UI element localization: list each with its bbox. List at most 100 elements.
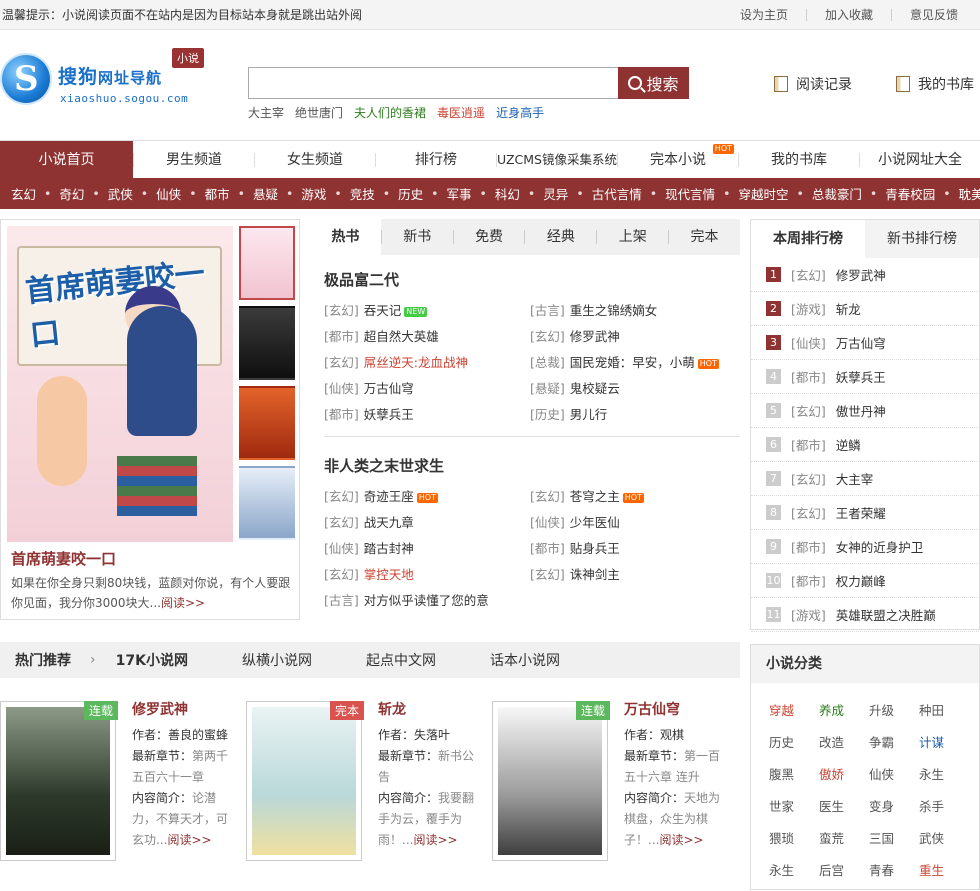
category-link[interactable]: 改造	[819, 727, 869, 759]
category-link[interactable]: 养成	[819, 695, 869, 727]
category-link[interactable]: 杀手	[919, 791, 969, 823]
search-input[interactable]	[248, 67, 618, 99]
category-tag[interactable]: [玄幻]	[530, 329, 565, 344]
ranking-item[interactable]: 4 [都市] 妖孽兵王	[751, 360, 979, 394]
book-link[interactable]: 对方似乎读懂了您的意	[364, 593, 489, 608]
site-tab[interactable]: 17K小说网	[116, 650, 188, 670]
nav-completed[interactable]: 完本小说 HOT	[617, 143, 738, 167]
genre-link[interactable]: 耽美同人	[956, 184, 980, 203]
featured-cover[interactable]: 首席萌妻咬一口	[7, 226, 233, 542]
search-button[interactable]: 搜索	[618, 67, 689, 99]
genre-link[interactable]: 穿越时空	[735, 184, 791, 203]
category-link[interactable]: 计谋	[919, 727, 969, 759]
book-link[interactable]: 重生之锦绣嫡女	[570, 303, 658, 318]
book-link[interactable]: 傲世丹神	[836, 401, 886, 420]
hotword-link[interactable]: 近身高手	[496, 104, 544, 121]
ranking-item[interactable]: 10 [都市] 权力巅峰	[751, 564, 979, 598]
thumbnail[interactable]	[239, 306, 295, 380]
book-title[interactable]: 斩龙	[378, 701, 483, 719]
read-more-link[interactable]: 阅读>>	[161, 596, 205, 610]
nav-male-channel[interactable]: 男生频道	[133, 152, 254, 167]
genre-link[interactable]: 军事	[444, 184, 475, 203]
book-cover[interactable]	[246, 701, 362, 861]
category-link[interactable]: 世家	[769, 791, 819, 823]
thumbnail[interactable]	[239, 386, 295, 460]
ranking-item[interactable]: 9 [都市] 女神的近身护卫	[751, 530, 979, 564]
site-tab[interactable]: 起点中文网	[366, 650, 436, 670]
category-link[interactable]: 猥琐	[769, 823, 819, 855]
book-link[interactable]: 国民宠婚：早安，小萌	[570, 355, 695, 370]
book-link[interactable]: 踏古封神	[364, 541, 414, 556]
category-tag[interactable]: [玄幻]	[530, 489, 565, 504]
read-more-link[interactable]: 阅读>>	[413, 833, 457, 847]
nav-my-library[interactable]: 我的书库	[738, 152, 859, 167]
book-link[interactable]: 掌控天地	[364, 567, 414, 582]
category-tag[interactable]: [玄幻]	[324, 489, 359, 504]
site-logo[interactable]: 搜狗网址导航 xiaoshuo.sogou.com 小说	[2, 48, 212, 122]
set-homepage-link[interactable]: 设为主页	[722, 9, 806, 21]
site-tab[interactable]: 纵横小说网	[242, 650, 312, 670]
nav-site-directory[interactable]: 小说网址大全	[859, 152, 980, 167]
category-tag[interactable]: [玄幻]	[324, 515, 359, 530]
nav-rankings[interactable]: 排行榜	[375, 152, 496, 167]
ranking-item[interactable]: 2 [游戏] 斩龙	[751, 292, 979, 326]
category-link[interactable]: 三国	[869, 823, 919, 855]
genre-link[interactable]: 现代言情	[662, 184, 718, 203]
category-link[interactable]: 武侠	[919, 823, 969, 855]
tab-weekly-ranking[interactable]: 本周排行榜	[751, 220, 865, 258]
read-more-link[interactable]: 阅读>>	[167, 833, 211, 847]
genre-link[interactable]: 历史	[395, 184, 426, 203]
category-tag[interactable]: [仙侠]	[324, 381, 359, 396]
genre-link[interactable]: 竞技	[347, 184, 378, 203]
category-link[interactable]: 历史	[769, 727, 819, 759]
category-link[interactable]: 后宫	[819, 855, 869, 887]
tab-new-book-ranking[interactable]: 新书排行榜	[865, 220, 979, 258]
block-title[interactable]: 非人类之末世求生	[324, 455, 740, 476]
category-link[interactable]: 永生	[919, 759, 969, 791]
book-link[interactable]: 万古仙穹	[364, 381, 414, 396]
hotword-link[interactable]: 绝世唐门	[295, 104, 343, 121]
featured-title[interactable]: 首席萌妻咬一口	[11, 548, 116, 569]
genre-link[interactable]: 灵异	[540, 184, 571, 203]
category-tag[interactable]: [古言]	[324, 593, 359, 608]
ranking-item[interactable]: 5 [玄幻] 傲世丹神	[751, 394, 979, 428]
category-tag[interactable]: [都市]	[530, 541, 565, 556]
ranking-item[interactable]: 6 [都市] 逆鳞	[751, 428, 979, 462]
nav-uzcms[interactable]: UZCMS镜像采集系统	[496, 152, 617, 167]
category-link[interactable]: 仙侠	[869, 759, 919, 791]
book-link[interactable]: 修罗武神	[570, 329, 620, 344]
book-link[interactable]: 女神的近身护卫	[836, 537, 924, 556]
genre-link[interactable]: 武侠	[105, 184, 136, 203]
category-link[interactable]: 种田	[919, 695, 969, 727]
book-link[interactable]: 修罗武神	[836, 265, 886, 284]
genre-link[interactable]: 总裁豪门	[809, 184, 865, 203]
category-tag[interactable]: [仙侠]	[530, 515, 565, 530]
tab-free[interactable]: 免费	[452, 230, 525, 244]
nav-female-channel[interactable]: 女生频道	[254, 152, 375, 167]
ranking-item[interactable]: 11 [游戏] 英雄联盟之决胜巅	[751, 598, 979, 632]
book-link[interactable]: 妖孽兵王	[364, 407, 414, 422]
thumbnail[interactable]	[239, 226, 295, 300]
book-link[interactable]: 屌丝逆天:龙血战神	[364, 355, 468, 370]
thumbnail[interactable]	[239, 466, 295, 540]
category-link[interactable]: 重生	[919, 855, 969, 887]
category-tag[interactable]: [仙侠]	[324, 541, 359, 556]
category-tag[interactable]: [悬疑]	[530, 381, 565, 396]
tab-listed[interactable]: 上架	[596, 230, 668, 244]
tab-classic[interactable]: 经典	[524, 230, 596, 244]
book-link[interactable]: 逆鳞	[836, 435, 861, 454]
reading-history-link[interactable]: 阅读记录	[774, 74, 852, 94]
block-title[interactable]: 极品富二代	[324, 269, 740, 290]
category-tag[interactable]: [玄幻]	[530, 567, 565, 582]
book-link[interactable]: 诛神剑主	[570, 567, 620, 582]
book-link[interactable]: 贴身兵王	[570, 541, 620, 556]
category-link[interactable]: 腹黑	[769, 759, 819, 791]
feedback-link[interactable]: 意见反馈	[890, 8, 976, 21]
nav-home[interactable]: 小说首页	[0, 140, 133, 179]
hotword-link[interactable]: 夫人们的香裙	[354, 104, 426, 121]
category-link[interactable]: 永生	[769, 855, 819, 887]
hotword-link[interactable]: 大主宰	[248, 104, 284, 121]
book-link[interactable]: 战天九章	[364, 515, 414, 530]
category-link[interactable]: 傲娇	[819, 759, 869, 791]
ranking-item[interactable]: 7 [玄幻] 大主宰	[751, 462, 979, 496]
